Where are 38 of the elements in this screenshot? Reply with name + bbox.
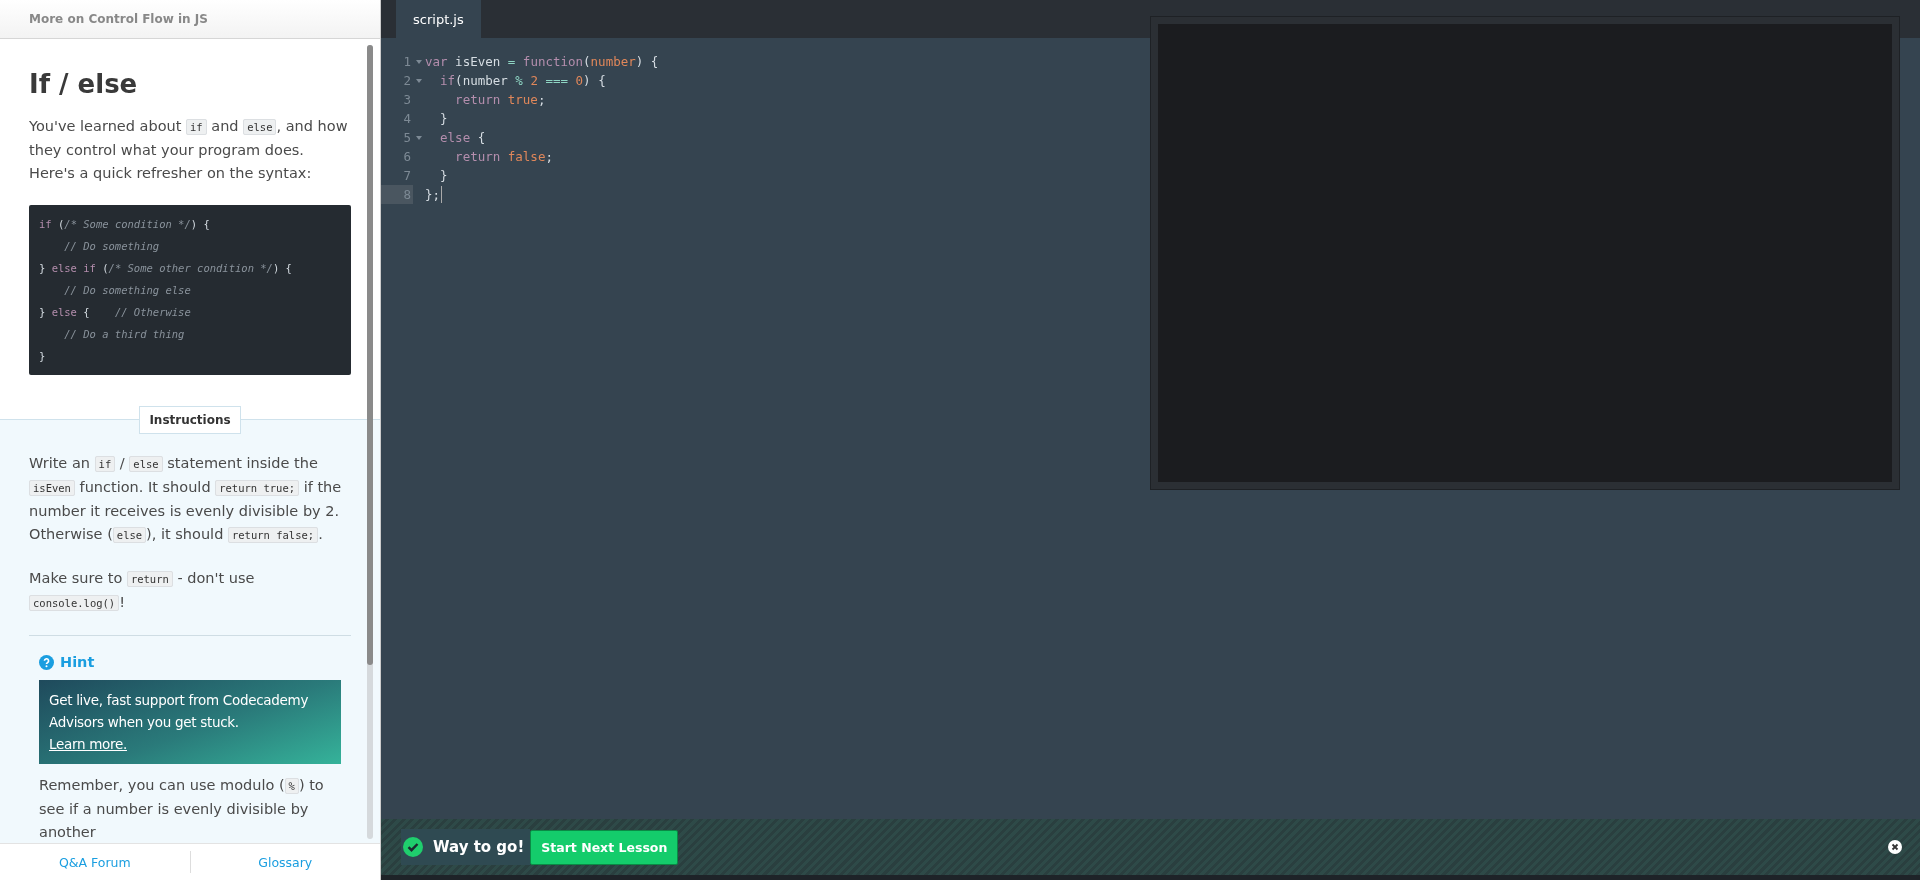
code-line: }; — [425, 186, 441, 204]
check-circle-icon — [403, 837, 423, 857]
close-icon[interactable] — [1888, 840, 1902, 854]
line-number: 6 — [402, 148, 412, 166]
start-next-lesson-button[interactable]: Start Next Lesson — [530, 829, 679, 865]
line-number: 5 — [402, 129, 412, 147]
fold-arrow-icon[interactable] — [416, 78, 422, 83]
code-line: if(number % 2 === 0) { — [439, 72, 606, 90]
footer-link[interactable]: Q&A Forum — [0, 854, 190, 870]
hint-paragraph: Remember, you can use modulo ( % ) to see if a number is evenly divisible by another — [39, 776, 325, 842]
banner-text: Get live, fast support from Codecademy Advisors when you get stuck. — [49, 691, 310, 732]
text-cursor — [441, 186, 443, 203]
hint-label[interactable]: Hint — [60, 654, 95, 670]
code-line: var isEven = function(number) { — [425, 53, 659, 71]
help-icon — [39, 654, 54, 670]
footer-link[interactable]: Glossary — [190, 854, 380, 870]
intro-paragraph: You've learned about if and else , and how they control what your program does. Here's a quick refresher on the syntax: — [29, 117, 349, 183]
file-tab[interactable]: script.js — [396, 0, 481, 38]
fold-arrow-icon[interactable] — [416, 59, 422, 64]
code-line: return true; — [454, 91, 546, 109]
code-line: } — [439, 167, 448, 185]
instruction-paragraph: Make sure to return - don't use console.log() ! — [29, 569, 256, 613]
code-snippet: if (/* Some condition */) { // Do something } else if (/* Some other condition */) { // Do something else } else { // Otherwise // Do a third thing } — [29, 205, 351, 375]
line-number: 1 — [402, 53, 412, 71]
line-number: 7 — [402, 167, 412, 185]
line-number: 3 — [402, 91, 412, 109]
success-message: Way to go! — [433, 838, 525, 856]
code-line: else { — [439, 129, 486, 147]
line-number: 2 — [402, 72, 412, 90]
line-number: 4 — [402, 110, 412, 128]
scrollbar-thumb[interactable] — [367, 45, 373, 665]
lesson-title: More on Control Flow in JS — [29, 12, 208, 26]
instruction-paragraph: Write an if / else statement inside the isEven function. It should return true; if the number it receives is evenly divisible by 2. Otherwise ( else ), it should return false; . — [29, 454, 343, 545]
learn-more-link[interactable]: Learn more. — [49, 733, 127, 755]
fold-arrow-icon[interactable] — [416, 135, 422, 140]
code-line: } — [439, 110, 448, 128]
lesson-heading: If / else — [29, 69, 139, 99]
code-line: return false; — [454, 148, 553, 166]
